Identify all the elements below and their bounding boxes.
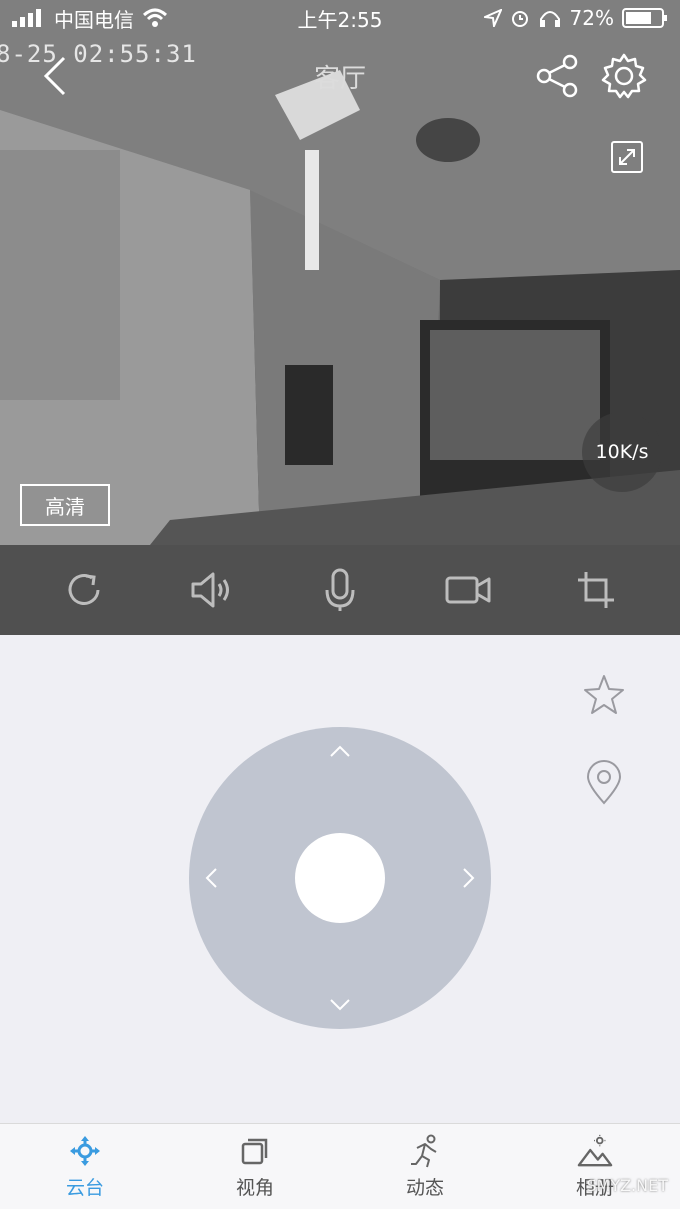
ptz-right-button[interactable] <box>455 864 483 892</box>
quality-button[interactable]: 高清 <box>20 484 110 526</box>
motion-icon <box>411 1134 437 1168</box>
settings-button[interactable] <box>600 52 648 100</box>
album-icon <box>577 1134 613 1167</box>
tab-view[interactable]: 视角 <box>170 1124 340 1209</box>
microphone-icon <box>325 568 355 611</box>
gear-icon <box>601 53 647 99</box>
video-record-icon <box>445 576 491 604</box>
expand-icon <box>611 141 643 173</box>
fullscreen-button[interactable] <box>610 140 644 174</box>
tab-album[interactable]: 相册 <box>510 1124 680 1209</box>
status-bar: 中国电信 上午2:55 72% <box>0 0 680 36</box>
share-button[interactable] <box>536 54 580 98</box>
tab-label: 动态 <box>405 1177 444 1199</box>
ptz-control-panel <box>0 635 680 1123</box>
bitrate-badge: 10K/s <box>582 412 662 492</box>
ptz-down-button[interactable] <box>326 991 354 1019</box>
crop-icon <box>578 572 614 608</box>
share-icon <box>536 54 578 98</box>
snapshot-button[interactable] <box>570 564 622 616</box>
refresh-button[interactable] <box>58 564 110 616</box>
bottom-tab-bar: 云台 视角 动态 相册 SMYZ.NET <box>0 1123 680 1209</box>
speaker-button[interactable] <box>186 564 238 616</box>
app-root: 中国电信 上午2:55 72% 8-25 02:55:31 客厅 10K/s 高… <box>0 0 680 1209</box>
view-icon <box>241 1138 268 1165</box>
favorite-button[interactable] <box>582 673 626 717</box>
ptz-left-button[interactable] <box>197 864 225 892</box>
tab-motion[interactable]: 动态 <box>340 1124 510 1209</box>
tab-label: 视角 <box>235 1177 274 1199</box>
location-pin-icon <box>586 760 622 805</box>
refresh-icon <box>68 574 100 605</box>
chevron-up-icon <box>330 745 350 757</box>
speaker-icon <box>191 572 229 608</box>
tab-ptz[interactable]: 云台 <box>0 1124 170 1209</box>
ptz-center-knob[interactable] <box>295 833 385 923</box>
status-time: 上午2:55 <box>297 7 383 32</box>
playback-toolbar <box>0 545 680 635</box>
chevron-right-icon <box>463 868 475 888</box>
star-icon <box>584 675 624 714</box>
preset-location-button[interactable] <box>584 759 624 805</box>
ptz-joystick[interactable] <box>189 727 491 1029</box>
microphone-button[interactable] <box>314 564 366 616</box>
watermark: SMYZ.NET <box>586 1176 668 1195</box>
chevron-left-icon <box>205 868 217 888</box>
ptz-up-button[interactable] <box>326 737 354 765</box>
record-button[interactable] <box>442 564 494 616</box>
chevron-down-icon <box>330 999 350 1011</box>
ptz-icon <box>70 1136 100 1166</box>
camera-video-feed[interactable]: 中国电信 上午2:55 72% 8-25 02:55:31 客厅 10K/s 高… <box>0 0 680 545</box>
tab-label: 云台 <box>65 1177 104 1199</box>
